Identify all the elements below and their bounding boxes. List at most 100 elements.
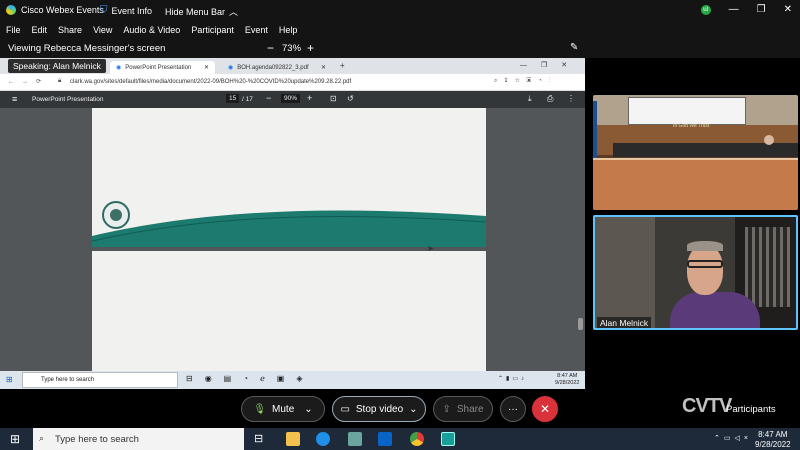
share-button[interactable]: ⇪ Share [433,396,493,422]
browser-tab-label: PowerPoint Presentation [125,64,192,71]
flag [593,101,597,161]
stop-video-button[interactable]: ▭ Stop video ⌄ [332,396,426,422]
zoom-out-button[interactable]: − [267,41,274,55]
menu-audio-video[interactable]: Audio & Video [123,25,180,35]
share-label: Share [456,403,484,415]
chevron-down-icon[interactable]: ⌄ [304,404,312,415]
participants-button[interactable]: Participants [726,404,776,415]
glasses-icon [687,260,723,268]
file-explorer-icon[interactable] [286,432,300,446]
browser-tab-active[interactable]: ◉ PowerPoint Presentation ✕ [110,61,215,74]
menu-event[interactable]: Event [245,25,268,35]
shared-date: 9/28/2022 [555,380,580,386]
hide-menu-bar-button[interactable]: Hide Menu Bar ︿ [165,5,238,18]
pdf-zoom-in-icon[interactable]: + [307,93,312,103]
browser-tab[interactable]: ◉ BOH.agenda092822_3.pdf ✕ [222,61,332,74]
zoom-in-button[interactable]: + [307,41,314,55]
system-clock: 8:47 AM 9/28/2022 [755,430,791,450]
mute-button[interactable]: 🎙︎ Mute ⌄ [241,396,325,422]
tab-close-icon[interactable]: ✕ [321,64,326,71]
meeting-controls: 🎙︎ Mute ⌄ ▭ Stop video ⌄ ⇪ Share ··· ✕ C… [0,389,800,428]
edge-icon[interactable] [316,432,330,446]
menu-view[interactable]: View [93,25,112,35]
shared-taskbar-apps[interactable]: ⊟◉▤◔ℯ▣◈ [186,374,315,383]
clock-date: 9/28/2022 [755,440,791,449]
clock-time: 8:47 AM [758,430,788,439]
app-icon[interactable] [348,432,362,446]
search-icon: ⌕ [39,433,45,443]
more-options-icon[interactable]: ⋮ [567,94,575,103]
webex-logo-icon [6,5,16,15]
user-avatar[interactable]: ul [700,4,711,15]
shared-taskbar: ⊞ Type here to search ⊟◉▤◔ℯ▣◈ ⌃▮▭♪ 8:47 … [0,371,585,389]
video-tile-speaker[interactable]: Alan Melnick [593,215,798,330]
pdf-scrollbar-thumb[interactable] [578,318,583,330]
address-bar[interactable]: clark.wa.gov/sites/default/files/media/d… [70,79,351,85]
minimize-icon[interactable]: — [729,4,739,15]
event-info-label: Event Info [111,5,153,16]
lock-icon: 🔒︎ [58,78,62,84]
task-view-icon[interactable]: ⊟ [254,432,263,445]
menu-share[interactable]: Share [58,25,82,35]
hide-menu-bar-label: Hide Menu Bar [165,6,226,17]
print-icon[interactable]: ⎙ [547,94,553,104]
shared-clock: 8:47 AM 9/28/2022 [555,373,579,387]
nav-buttons-icon[interactable]: ←→⟳ [8,78,49,85]
shared-search-placeholder: Type here to search [41,377,95,383]
fit-page-icon[interactable]: ⊡ [330,94,337,103]
menu-edit[interactable]: Edit [32,25,48,35]
leave-button[interactable]: ✕ [532,396,558,422]
chamber-screen [628,97,746,125]
browser-tab-label: BOH.agenda092822_3.pdf [237,64,309,71]
webex-taskbar-icon[interactable] [441,432,455,446]
tab-close-icon[interactable]: ✕ [204,64,209,71]
shared-search-box[interactable]: Type here to search [22,372,178,388]
pdf-title: PowerPoint Presentation [32,96,104,103]
window-controls: ul — ❐ ✕ [700,4,792,15]
cvtv-watermark: CVTV [682,395,732,417]
chrome-icon[interactable] [410,432,424,446]
tray-icons[interactable]: ⌃▭◁× [714,434,752,442]
dais-desk [593,158,798,210]
pdf-zoom-level[interactable]: 90% [281,94,301,103]
browser-window-controls[interactable]: —❐✕ [520,61,581,69]
more-button[interactable]: ··· [500,396,526,422]
rotate-icon[interactable]: ↺ [347,94,354,103]
background-wall [595,217,655,328]
menu-icon[interactable]: ≡ [12,94,17,104]
new-tab-icon[interactable]: + [340,61,345,70]
books [745,227,790,307]
camera-icon: ▭ [340,403,350,415]
taskbar-search-box[interactable]: ⌕ Type here to search [33,428,244,450]
speaker-hair [687,241,723,251]
title-bar: Cisco Webex Events ⛉ Event Info Hide Men… [0,0,800,22]
browser-toolbar-icons[interactable]: ⌕⇪☆▣◔⋮ [494,78,557,85]
chevron-down-icon[interactable]: ⌄ [409,404,417,415]
restore-icon[interactable]: ❐ [757,4,766,15]
event-info-button[interactable]: ⛉ Event Info [100,5,152,16]
globe-icon: ◉ [228,65,234,71]
start-icon[interactable]: ⊞ [6,375,13,384]
menu-help[interactable]: Help [279,25,298,35]
download-icon[interactable]: ⤓ [528,94,532,104]
close-icon[interactable]: ✕ [784,4,792,15]
video-tile-chamber[interactable]: In God We Trust [593,95,798,210]
menu-participant[interactable]: Participant [191,25,234,35]
council-chairs [613,143,798,157]
menu-bar: File Edit Share View Audio & Video Parti… [0,22,800,38]
browser-address-row: ←→⟳ 🔒︎ clark.wa.gov/sites/default/files/… [0,74,585,91]
page-total: / 17 [242,96,253,103]
speaker-face [687,245,723,295]
shared-tray-icons[interactable]: ⌃▮▭♪ [498,375,527,382]
annotate-icon[interactable]: ✎ [570,42,578,53]
chamber-sign: In God We Trust [673,123,710,129]
page-number-input[interactable]: 15 [226,94,240,103]
windows-start-icon[interactable]: ⊞ [10,432,20,446]
pdf-zoom-out-icon[interactable]: − [266,93,271,103]
outlook-icon[interactable] [378,432,392,446]
stop-video-label: Stop video [355,403,404,415]
pdf-viewer[interactable]: ➤ [0,108,585,371]
mouse-cursor-icon: ➤ [427,244,434,253]
pdf-page [92,108,486,247]
menu-file[interactable]: File [6,25,21,35]
